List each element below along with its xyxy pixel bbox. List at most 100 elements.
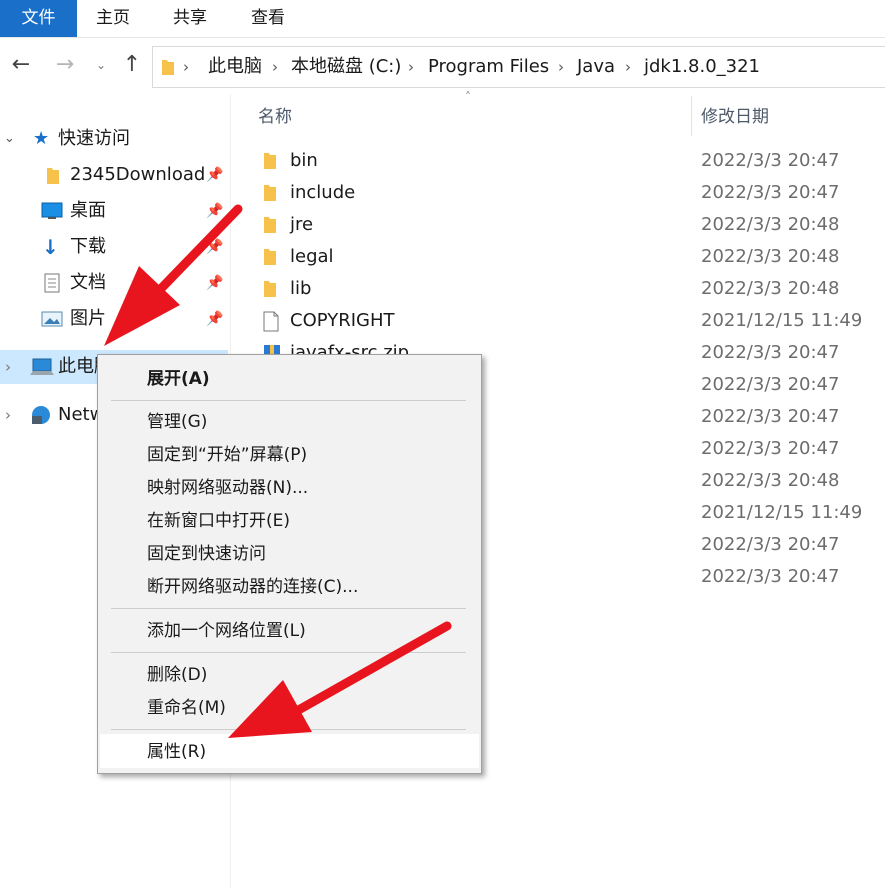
nav-label: 快速访问	[58, 128, 130, 149]
column-header-name[interactable]: 名称	[258, 100, 292, 134]
breadcrumb-jdk[interactable]: jdk1.8.0_321	[644, 47, 760, 87]
nav-label: 文档	[70, 272, 106, 293]
nav-label: 图片	[70, 308, 106, 329]
file-name: legal	[290, 246, 334, 267]
menu-separator	[111, 729, 466, 730]
recent-locations-icon[interactable]: ⌄	[88, 48, 114, 82]
folder-icon	[264, 281, 276, 297]
file-name: COPYRIGHT	[290, 310, 395, 331]
file-date: 2021/12/15 11:49	[701, 310, 863, 331]
menu-separator	[111, 400, 466, 401]
file-row[interactable]: include 2022/3/3 20:47	[258, 177, 885, 209]
nav-item-documents[interactable]: 文档 📌	[0, 266, 228, 300]
navigation-bar: ← → ⌄ ↑ › 此电脑 › 本地磁盘 (C:) › Program File…	[0, 38, 885, 94]
menu-separator	[111, 652, 466, 653]
file-date: 2022/3/3 20:47	[701, 534, 840, 555]
pin-icon[interactable]: 📌	[206, 266, 223, 300]
file-row[interactable]: legal 2022/3/3 20:48	[258, 241, 885, 273]
nav-item-downloads[interactable]: ↓ 下载 📌	[0, 230, 228, 264]
menu-item-manage[interactable]: 管理(G)	[147, 406, 207, 438]
file-date: 2022/3/3 20:48	[701, 246, 840, 267]
file-name: include	[290, 182, 356, 203]
nav-item-2345download[interactable]: 2345Download 📌	[0, 158, 228, 192]
breadcrumb-local-disk[interactable]: 本地磁盘 (C:)	[291, 47, 401, 87]
nav-label: 2345Download	[70, 164, 206, 185]
menu-item-expand[interactable]: 展开(A)	[147, 363, 210, 395]
file-date: 2021/12/15 11:49	[701, 502, 863, 523]
file-date: 2022/3/3 20:48	[701, 470, 840, 491]
folder-icon	[264, 185, 276, 201]
pin-icon[interactable]: 📌	[206, 302, 223, 336]
nav-item-pictures[interactable]: 图片 📌	[0, 302, 228, 336]
file-date: 2022/3/3 20:47	[701, 150, 840, 171]
file-date: 2022/3/3 20:48	[701, 278, 840, 299]
context-menu: 展开(A) 管理(G) 固定到“开始”屏幕(P) 映射网络驱动器(N)... 在…	[97, 354, 482, 774]
desktop-icon	[41, 202, 63, 219]
pin-icon[interactable]: 📌	[206, 194, 223, 228]
nav-item-desktop[interactable]: 桌面 📌	[0, 194, 228, 228]
network-icon	[32, 406, 50, 424]
folder-icon	[264, 217, 276, 233]
file-date: 2022/3/3 20:48	[701, 214, 840, 235]
file-row[interactable]: bin 2022/3/3 20:47	[258, 145, 885, 177]
sort-arrow-icon: ˄	[465, 90, 471, 104]
star-icon: ★	[33, 128, 50, 149]
menu-item-properties[interactable]: 属性(R)	[147, 736, 206, 768]
menu-item-open-new-window[interactable]: 在新窗口中打开(E)	[147, 505, 290, 537]
file-row[interactable]: jre 2022/3/3 20:48	[258, 209, 885, 241]
chevron-right-icon[interactable]: ›	[5, 398, 11, 432]
breadcrumb-this-pc[interactable]: 此电脑	[208, 47, 262, 87]
file-icon	[263, 311, 279, 332]
file-row[interactable]: COPYRIGHT 2021/12/15 11:49	[258, 305, 885, 337]
tab-file[interactable]: 文件	[0, 0, 77, 37]
pin-icon[interactable]: 📌	[206, 158, 223, 192]
chevron-down-icon[interactable]: ⌄	[4, 122, 15, 156]
chevron-right-icon[interactable]: ›	[625, 47, 631, 87]
file-date: 2022/3/3 20:47	[701, 566, 840, 587]
forward-icon[interactable]: →	[50, 48, 80, 82]
menu-separator	[111, 608, 466, 609]
nav-label: 下载	[70, 236, 106, 257]
address-bar[interactable]: › 此电脑 › 本地磁盘 (C:) › Program Files › Java…	[152, 46, 885, 88]
ribbon: 文件 主页 共享 查看	[0, 0, 885, 38]
menu-item-delete[interactable]: 删除(D)	[147, 659, 207, 691]
file-row[interactable]: lib 2022/3/3 20:48	[258, 273, 885, 305]
up-icon[interactable]: ↑	[117, 48, 147, 82]
chevron-right-icon[interactable]: ›	[183, 47, 189, 87]
chevron-right-icon[interactable]: ›	[408, 47, 414, 87]
folder-icon	[264, 249, 276, 265]
document-icon	[44, 273, 60, 293]
menu-item-pin-quick-access[interactable]: 固定到快速访问	[147, 538, 266, 570]
chevron-right-icon[interactable]: ›	[272, 47, 278, 87]
tab-home[interactable]: 主页	[96, 0, 130, 37]
folder-icon	[47, 168, 59, 184]
tab-view[interactable]: 查看	[251, 0, 285, 37]
chevron-right-icon[interactable]: ›	[558, 47, 564, 87]
column-header-date[interactable]: 修改日期	[701, 100, 769, 134]
pin-icon[interactable]: 📌	[206, 230, 223, 264]
folder-icon	[264, 153, 276, 169]
column-divider[interactable]	[691, 96, 692, 136]
nav-label: 桌面	[70, 200, 106, 221]
file-date: 2022/3/3 20:47	[701, 374, 840, 395]
file-date: 2022/3/3 20:47	[701, 342, 840, 363]
menu-item-disconnect-drive[interactable]: 断开网络驱动器的连接(C)...	[147, 571, 358, 603]
file-name: bin	[290, 150, 318, 171]
breadcrumb-program-files[interactable]: Program Files	[428, 47, 549, 87]
computer-icon	[30, 358, 54, 375]
menu-item-pin-to-start[interactable]: 固定到“开始”屏幕(P)	[147, 439, 307, 471]
file-date: 2022/3/3 20:47	[701, 182, 840, 203]
back-icon[interactable]: ←	[6, 48, 36, 82]
file-date: 2022/3/3 20:47	[701, 438, 840, 459]
pictures-icon	[41, 311, 63, 327]
file-name: jre	[290, 214, 314, 235]
breadcrumb-java[interactable]: Java	[577, 47, 615, 87]
file-date: 2022/3/3 20:47	[701, 406, 840, 427]
tab-share[interactable]: 共享	[173, 0, 207, 37]
menu-item-add-network-location[interactable]: 添加一个网络位置(L)	[147, 615, 306, 647]
chevron-right-icon[interactable]: ›	[5, 350, 11, 384]
file-name: lib	[290, 278, 312, 299]
menu-item-map-network-drive[interactable]: 映射网络驱动器(N)...	[147, 472, 308, 504]
menu-item-rename[interactable]: 重命名(M)	[147, 692, 226, 724]
download-icon: ↓	[42, 235, 59, 259]
